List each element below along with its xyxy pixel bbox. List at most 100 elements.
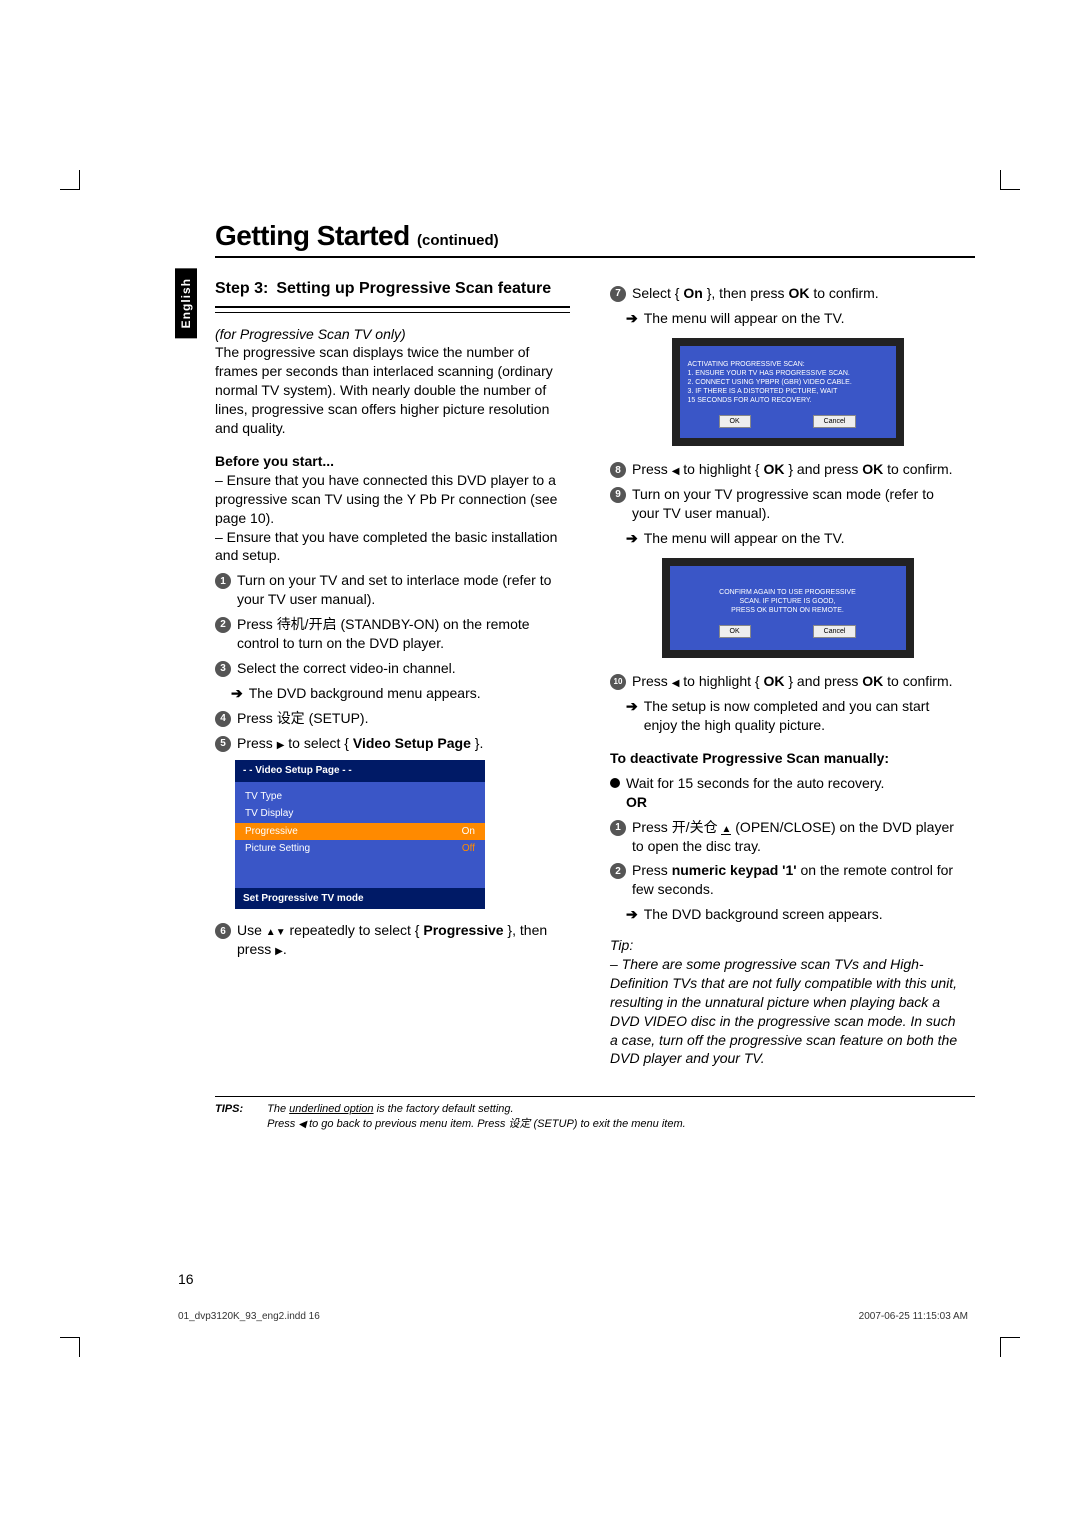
dialog-line: 2. CONNECT USING YPBPR (GBR) VIDEO CABLE… <box>688 378 888 387</box>
manual-page: Getting Started (continued) English Step… <box>0 0 1080 1527</box>
step-badge-10: 10 <box>610 674 626 690</box>
up-arrow-icon <box>266 922 276 938</box>
sub-text: The DVD background menu appears. <box>249 684 481 703</box>
page-title: Getting Started (continued) <box>215 220 965 252</box>
dialog-activating: ACTIVATING PROGRESSIVE SCAN: 1. ENSURE Y… <box>672 338 904 447</box>
right-arrow-icon <box>275 941 283 957</box>
osd-menu: - - Video Setup Page - - TV Type TV Disp… <box>235 760 485 909</box>
sub-text: The DVD background screen appears. <box>644 905 883 924</box>
list-item: 1 Press 开/关仓 (OPEN/CLOSE) on the DVD pla… <box>610 818 965 856</box>
list-item: 10 Press to highlight { OK } and press O… <box>610 672 965 691</box>
crop-mark <box>1000 170 1020 190</box>
dialog-ok-button: OK <box>719 415 751 428</box>
osd-row-selected: ProgressiveOn <box>235 823 485 841</box>
osd-row: TV Display <box>235 805 485 823</box>
dialog-line: SCAN. IF PICTURE IS GOOD, <box>688 597 888 606</box>
intro-para: The progressive scan displays twice the … <box>215 343 570 437</box>
title-continued: (continued) <box>417 232 499 249</box>
sub-text: The menu will appear on the TV. <box>644 529 845 548</box>
step-text: Press to select { Video Setup Page }. <box>237 734 570 753</box>
step-text: Select { On }, then press OK to confirm. <box>632 284 965 303</box>
osd-body: TV Type TV Display ProgressiveOn Picture… <box>235 782 485 888</box>
step-text: Press to highlight { OK } and press OK t… <box>632 672 965 691</box>
eject-icon <box>721 819 731 835</box>
list-item: 7 Select { On }, then press OK to confir… <box>610 284 965 303</box>
list-item: 2 Press numeric keypad '1' on the remote… <box>610 861 965 899</box>
sub-item: ➔ The setup is now completed and you can… <box>626 697 965 735</box>
crop-mark <box>1000 1337 1020 1357</box>
sub-item: ➔ The menu will appear on the TV. <box>626 309 965 328</box>
list-item: 5 Press to select { Video Setup Page }. <box>215 734 570 753</box>
osd-row: Picture SettingOff <box>235 840 485 858</box>
step-title: Setting up Progressive Scan feature <box>276 278 570 300</box>
deactivate-heading: To deactivate Progressive Scan manually: <box>610 749 965 768</box>
step-rule <box>215 312 570 313</box>
dialog-line: 3. IF THERE IS A DISTORTED PICTURE, WAIT <box>688 387 888 396</box>
right-column: 7 Select { On }, then press OK to confir… <box>610 278 965 1068</box>
dialog-line: 15 SECONDS FOR AUTO RECOVERY. <box>688 396 888 405</box>
print-footer: 01_dvp3120K_93_eng2.indd 16 2007-06-25 1… <box>178 1311 968 1322</box>
tip-text: – There are some progressive scan TVs an… <box>610 955 965 1068</box>
step-text: Turn on your TV progressive scan mode (r… <box>632 485 965 523</box>
list-item: 9 Turn on your TV progressive scan mode … <box>610 485 965 523</box>
dialog-line: CONFIRM AGAIN TO USE PROGRESSIVE <box>688 588 888 597</box>
arrow-icon: ➔ <box>231 684 243 703</box>
osd-row: TV Type <box>235 788 485 806</box>
step-badge-3: 3 <box>215 661 231 677</box>
list-item: 2 Press 待机/开启 (STANDBY-ON) on the remote… <box>215 615 570 653</box>
sub-item: ➔ The DVD background screen appears. <box>626 905 965 924</box>
step-text: Use repeatedly to select { Progressive }… <box>237 921 570 959</box>
step-badge-1: 1 <box>215 573 231 589</box>
left-arrow-icon <box>298 1118 306 1130</box>
step-text: Wait for 15 seconds for the auto recover… <box>626 774 965 812</box>
dialog-cancel-button: Cancel <box>813 625 857 638</box>
step-text: Press numeric keypad '1' on the remote c… <box>632 861 965 899</box>
osd-footer: Set Progressive TV mode <box>235 888 485 910</box>
footer-file: 01_dvp3120K_93_eng2.indd 16 <box>178 1311 320 1322</box>
step-text: Press 开/关仓 (OPEN/CLOSE) on the DVD playe… <box>632 818 965 856</box>
step-text: Press to highlight { OK } and press OK t… <box>632 460 965 479</box>
language-tab: English <box>175 268 197 338</box>
step-badge-9: 9 <box>610 487 626 503</box>
list-item: 4 Press 设定 (SETUP). <box>215 709 570 728</box>
step-heading: Step 3: Setting up Progressive Scan feat… <box>215 278 570 308</box>
dialog-line: 1. ENSURE YOUR TV HAS PROGRESSIVE SCAN. <box>688 369 888 378</box>
tips-label: TIPS: <box>215 1103 243 1131</box>
bullet-icon <box>610 778 620 788</box>
title-rule <box>215 256 975 258</box>
arrow-icon: ➔ <box>626 529 638 548</box>
list-item: 1 Turn on your TV and set to interlace m… <box>215 571 570 609</box>
before-you-start-heading: Before you start... <box>215 452 570 471</box>
list-item: 3 Select the correct video-in channel. <box>215 659 570 678</box>
step-badge-1: 1 <box>610 820 626 836</box>
arrow-icon: ➔ <box>626 309 638 328</box>
crop-mark <box>60 170 80 190</box>
sub-item: ➔ The menu will appear on the TV. <box>626 529 965 548</box>
step-badge-8: 8 <box>610 462 626 478</box>
step-number: Step 3: <box>215 278 268 300</box>
before-item: – Ensure that you have connected this DV… <box>215 471 570 528</box>
step-badge-7: 7 <box>610 286 626 302</box>
step-text: Turn on your TV and set to interlace mod… <box>237 571 570 609</box>
tips-body: The underlined option is the factory def… <box>267 1103 686 1131</box>
page-number: 16 <box>178 1271 194 1287</box>
list-item: Wait for 15 seconds for the auto recover… <box>610 774 965 812</box>
osd-header: - - Video Setup Page - - <box>235 760 485 782</box>
title-text: Getting Started <box>215 220 410 251</box>
step-text: Press 设定 (SETUP). <box>237 709 570 728</box>
list-item: 8 Press to highlight { OK } and press OK… <box>610 460 965 479</box>
arrow-icon: ➔ <box>626 905 638 924</box>
sub-text: The menu will appear on the TV. <box>644 309 845 328</box>
step-badge-5: 5 <box>215 736 231 752</box>
arrow-icon: ➔ <box>626 697 638 735</box>
footer-date: 2007-06-25 11:15:03 AM <box>859 1311 968 1322</box>
sub-item: ➔ The DVD background menu appears. <box>231 684 570 703</box>
crop-mark <box>60 1337 80 1357</box>
sub-text: The setup is now completed and you can s… <box>644 697 965 735</box>
tips-footer: TIPS: The underlined option is the facto… <box>215 1096 975 1131</box>
tip-label: Tip: <box>610 936 965 955</box>
dialog-line: ACTIVATING PROGRESSIVE SCAN: <box>688 360 888 369</box>
dialog-line: PRESS OK BUTTON ON REMOTE. <box>688 606 888 615</box>
dialog-cancel-button: Cancel <box>813 415 857 428</box>
dialog-ok-button: OK <box>719 625 751 638</box>
